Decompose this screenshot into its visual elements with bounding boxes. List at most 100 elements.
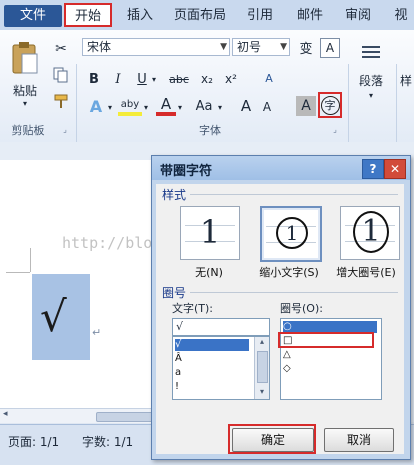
chevron-down-icon[interactable]: ▾ xyxy=(142,100,150,114)
scroll-down-icon[interactable]: ▾ xyxy=(255,387,269,399)
chevron-down-icon[interactable]: ▾ xyxy=(366,90,376,100)
tab-view[interactable]: 视 xyxy=(388,5,414,27)
chevron-down-icon: ▼ xyxy=(280,42,287,52)
tab-file[interactable]: 文件 xyxy=(4,5,62,27)
ribbon-tabs: 文件 开始 插入 页面布局 引用 邮件 审阅 视 xyxy=(0,0,414,31)
font-group-label: 字体 xyxy=(199,124,221,137)
tab-home[interactable]: 开始 xyxy=(64,3,112,27)
paste-icon[interactable] xyxy=(8,38,42,78)
chevron-down-icon[interactable]: ▾ xyxy=(216,100,224,114)
chevron-down-icon[interactable]: ▾ xyxy=(150,72,158,86)
paragraph-label[interactable]: 段落 xyxy=(352,72,390,88)
cancel-button[interactable]: 取消 xyxy=(324,428,394,452)
preview-char: 1 xyxy=(353,211,389,253)
tab-review[interactable]: 审阅 xyxy=(338,5,378,27)
strikethrough-button[interactable]: abc xyxy=(164,70,194,88)
help-icon[interactable]: ? xyxy=(362,159,384,179)
style-shrink-preview[interactable]: 1 xyxy=(260,206,322,262)
tab-insert[interactable]: 插入 xyxy=(120,5,160,27)
highlight-callout xyxy=(228,424,316,454)
list-item[interactable]: ◇ xyxy=(283,363,291,375)
chevron-down-icon[interactable]: ▾ xyxy=(176,100,184,114)
font-name-value: 宋体 xyxy=(87,40,112,54)
ribbon-home: 粘贴 ▾ ✂ 剪贴板 ⌟ 宋体 ▼ 初号 ▼ 变 A B I U ▾ abc x… xyxy=(0,30,414,168)
status-word-count[interactable]: 字数: 1/1 xyxy=(82,433,133,450)
change-case-button[interactable]: Aa xyxy=(192,96,216,116)
list-item[interactable]: √ xyxy=(175,339,249,351)
clipboard-launcher-icon[interactable]: ⌟ xyxy=(60,124,70,134)
scroll-up-icon[interactable]: ▴ xyxy=(255,337,269,349)
enclose-characters-dialog: 带圈字符 ? ✕ 样式 1 1 1 无(N) 缩小文字(S) 增大圈号(E) 圈… xyxy=(151,155,411,460)
document-checkmark[interactable]: √ xyxy=(40,292,67,341)
chevron-down-icon: ▼ xyxy=(220,42,227,52)
list-item[interactable]: Â xyxy=(175,353,182,365)
paste-label[interactable]: 粘贴 xyxy=(6,82,44,98)
dialog-title: 带圈字符 xyxy=(160,164,213,179)
paragraph-icon[interactable] xyxy=(358,40,384,66)
styles-label[interactable]: 样 xyxy=(400,72,414,88)
preview-char: 1 xyxy=(276,217,308,249)
tab-mailings[interactable]: 邮件 xyxy=(290,5,330,27)
format-painter-icon[interactable] xyxy=(52,92,70,110)
char-border-button[interactable]: A xyxy=(320,38,340,58)
section-divider xyxy=(190,194,398,195)
list-item[interactable]: ! xyxy=(175,381,179,393)
tab-references[interactable]: 引用 xyxy=(240,5,280,27)
status-page[interactable]: 页面: 1/1 xyxy=(8,433,59,450)
margin-corner-mark xyxy=(6,272,30,273)
style-none-preview[interactable]: 1 xyxy=(180,206,240,260)
italic-button[interactable]: I xyxy=(110,70,126,88)
highlight-callout xyxy=(278,332,374,348)
shrink-font-button[interactable]: A xyxy=(258,98,276,116)
list-item[interactable]: △ xyxy=(283,349,291,361)
bold-button[interactable]: B xyxy=(86,70,102,88)
font-size-combo[interactable]: 初号 ▼ xyxy=(232,38,290,56)
text-input[interactable]: √ xyxy=(172,318,270,336)
paragraph-return-mark: ↵ xyxy=(92,326,102,339)
ring-field-label: 圈号(O): xyxy=(280,302,323,315)
enclose-char-icon: 字 xyxy=(320,95,340,115)
style-shrink-option[interactable]: 缩小文字(S) xyxy=(248,264,330,280)
clipboard-group-label: 剪贴板 xyxy=(11,124,45,137)
clear-formatting-button[interactable]: A xyxy=(258,68,280,88)
copy-icon[interactable] xyxy=(52,66,70,84)
section-divider xyxy=(190,292,398,293)
underline-button[interactable]: U xyxy=(134,70,150,88)
font-name-combo[interactable]: 宋体 ▼ xyxy=(82,38,230,56)
tab-page-layout[interactable]: 页面布局 xyxy=(168,5,232,27)
horizontal-scrollbar[interactable]: ◂ xyxy=(0,408,155,423)
cut-icon[interactable]: ✂ xyxy=(52,40,70,58)
close-icon[interactable]: ✕ xyxy=(384,159,406,179)
superscript-button[interactable]: x² xyxy=(222,70,240,88)
chevron-down-icon[interactable]: ▾ xyxy=(106,100,114,114)
highlight-button[interactable]: aby xyxy=(118,96,142,116)
text-list[interactable]: √ Â a ! ▴ ▾ xyxy=(172,336,270,400)
enclose-characters-button[interactable]: 字 xyxy=(318,92,342,118)
style-section-label: 样式 xyxy=(162,188,187,202)
font-size-value: 初号 xyxy=(237,40,262,54)
dialog-body: 样式 1 1 1 无(N) 缩小文字(S) 增大圈号(E) 圈号 文字(T): … xyxy=(156,184,404,454)
phonetic-guide-button[interactable]: 变 xyxy=(296,38,316,57)
subscript-button[interactable]: x₂ xyxy=(198,70,216,88)
grow-font-button[interactable]: A xyxy=(236,96,256,116)
text-effects-button[interactable]: A xyxy=(86,96,106,116)
margin-corner-mark xyxy=(30,248,31,272)
font-color-button[interactable]: A xyxy=(156,95,176,116)
dialog-titlebar: 带圈字符 ? ✕ xyxy=(152,156,410,180)
scroll-thumb[interactable] xyxy=(96,412,154,422)
scroll-thumb[interactable] xyxy=(257,351,268,383)
circle-section-label: 圈号 xyxy=(162,286,187,300)
char-shading-button[interactable]: A xyxy=(296,96,316,116)
scroll-left-icon[interactable]: ◂ xyxy=(3,409,8,419)
text-input-value: √ xyxy=(176,320,184,333)
preview-char: 1 xyxy=(199,213,221,251)
style-enlarge-option[interactable]: 增大圈号(E) xyxy=(328,264,404,280)
ring-list[interactable]: ○ □ △ ◇ xyxy=(280,318,382,400)
style-enlarge-preview[interactable]: 1 xyxy=(340,206,400,260)
list-item[interactable]: a xyxy=(175,367,181,379)
text-field-label: 文字(T): xyxy=(172,302,214,315)
style-none-option[interactable]: 无(N) xyxy=(170,264,248,280)
font-launcher-icon[interactable]: ⌟ xyxy=(330,124,340,134)
list-scrollbar[interactable]: ▴ ▾ xyxy=(254,337,269,399)
paste-dropdown-icon[interactable]: ▾ xyxy=(18,98,32,108)
